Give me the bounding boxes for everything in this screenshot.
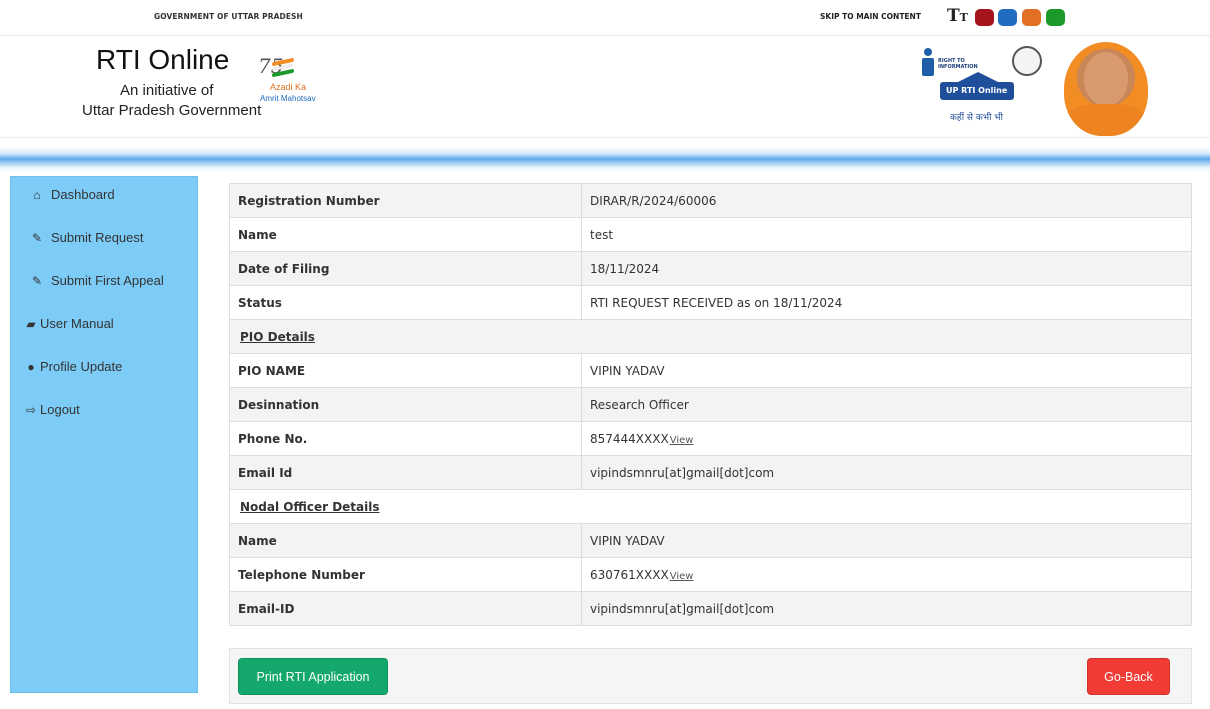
sidebar-item-user-manual[interactable]: ▰ User Manual: [25, 316, 114, 331]
sidebar-item-dashboard[interactable]: ⌂ Dashboard: [29, 187, 115, 202]
table-row: Telephone Number 630761XXXXView: [229, 557, 1192, 592]
rti-tagline: कहीं से कभी भी: [950, 113, 1003, 123]
site-title[interactable]: RTI Online: [96, 44, 229, 76]
home-icon: ⌂: [33, 188, 41, 202]
site-subtitle-line2: Uttar Pradesh Government: [82, 102, 262, 119]
table-row: Name test: [229, 217, 1192, 252]
pio-details-heading: PIO Details: [229, 319, 1192, 354]
theme-blue-button[interactable]: [998, 9, 1017, 26]
text-size-icon-large: T: [947, 6, 960, 26]
designation-value: Research Officer: [581, 387, 1192, 422]
status-label: Status: [229, 285, 582, 320]
pencil-icon: ✎: [31, 274, 43, 288]
date-of-filing-value: 18/11/2024: [581, 251, 1192, 286]
site-header: RTI Online An initiative of Uttar Prades…: [0, 36, 1210, 138]
text-size-icon[interactable]: TT: [947, 6, 968, 28]
name-value: test: [581, 217, 1192, 252]
table-row: Phone No. 857444XXXXView: [229, 421, 1192, 456]
sidebar-nav: ⌂ Dashboard ✎ Submit Request ✎ Submit First…: [10, 176, 198, 693]
view-telephone-link[interactable]: View: [670, 571, 694, 582]
telephone-cell: 630761XXXXView: [581, 557, 1192, 592]
name-label: Name: [229, 217, 582, 252]
sidebar-item-label: Logout: [40, 402, 80, 417]
date-of-filing-label: Date of Filing: [229, 251, 582, 286]
theme-green-button[interactable]: [1046, 9, 1065, 26]
nodal-email-label: Email-ID: [229, 591, 582, 626]
top-bar: GOVERNMENT OF UTTAR PRADESH SKIP TO MAIN…: [0, 0, 1210, 36]
sidebar-item-label: Profile Update: [40, 359, 123, 374]
sidebar-item-submit-request[interactable]: ✎ Submit Request: [29, 230, 144, 245]
email-label: Email Id: [229, 455, 582, 490]
sidebar-item-label: Submit First Appeal: [51, 273, 164, 288]
table-row: PIO NAME VIPIN YADAV: [229, 353, 1192, 388]
pio-name-value: VIPIN YADAV: [581, 353, 1192, 388]
registration-number-label: Registration Number: [229, 183, 582, 218]
user-icon: ●: [27, 360, 35, 374]
nodal-officer-heading-text: Nodal Officer Details: [240, 499, 380, 514]
flag-ribbon-icon: [272, 57, 296, 78]
right-to-information-text: RIGHT TO INFORMATION: [938, 58, 978, 70]
logout-icon: ⇨: [25, 403, 37, 417]
nodal-name-label: Name: [229, 523, 582, 558]
theme-red-button[interactable]: [975, 9, 994, 26]
sidebar-item-label: Submit Request: [51, 230, 144, 245]
theme-orange-button[interactable]: [1022, 9, 1041, 26]
skip-to-main-content-link[interactable]: SKIP TO MAIN CONTENT: [820, 12, 921, 21]
state-emblem-icon: [1012, 46, 1042, 76]
nodal-officer-details-heading: Nodal Officer Details: [229, 489, 1192, 524]
telephone-value: 630761XXXX: [590, 567, 669, 582]
designation-label: Desinnation: [229, 387, 582, 422]
table-row: Status RTI REQUEST RECEIVED as on 18/11/…: [229, 285, 1192, 320]
pencil-icon: ✎: [31, 231, 43, 245]
text-size-icon-small: T: [959, 11, 968, 24]
book-icon: ▰: [26, 317, 36, 331]
table-row: Email Id vipindsmnru[at]gmail[dot]com: [229, 455, 1192, 490]
azadi-ka-amrit-mahotsav-logo: 75 Azadi Ka Amrit Mahotsav: [258, 54, 348, 114]
pio-details-heading-text: PIO Details: [240, 329, 315, 344]
rti-banner: UP RTI Online: [940, 82, 1014, 100]
status-value: RTI REQUEST RECEIVED as on 18/11/2024: [581, 285, 1192, 320]
building-roof-icon: [958, 72, 998, 82]
email-value: vipindsmnru[at]gmail[dot]com: [581, 455, 1192, 490]
rti-banner-text: UP RTI Online: [946, 86, 1008, 95]
sidebar-item-label: User Manual: [40, 316, 114, 331]
site-subtitle-line1: An initiative of: [120, 82, 214, 99]
nodal-email-value: vipindsmnru[at]gmail[dot]com: [581, 591, 1192, 626]
print-rti-application-button[interactable]: Print RTI Application: [238, 658, 388, 695]
sidebar-item-profile-update[interactable]: ● Profile Update: [25, 359, 122, 374]
rti-request-details-table: Registration Number DIRAR/R/2024/60006 N…: [229, 183, 1192, 626]
registration-number-value: DIRAR/R/2024/60006: [581, 183, 1192, 218]
table-row: Desinnation Research Officer: [229, 387, 1192, 422]
azadi-logo-line1: Azadi Ka: [270, 82, 307, 92]
phone-cell: 857444XXXXView: [581, 421, 1192, 456]
table-row: Registration Number DIRAR/R/2024/60006: [229, 183, 1192, 218]
phone-label: Phone No.: [229, 421, 582, 456]
sidebar-item-label: Dashboard: [51, 187, 115, 202]
table-row: Date of Filing 18/11/2024: [229, 251, 1192, 286]
telephone-label: Telephone Number: [229, 557, 582, 592]
table-row: PIO Details: [229, 319, 1192, 354]
chief-minister-photo: [1064, 42, 1148, 136]
phone-value: 857444XXXX: [590, 431, 669, 446]
up-rti-online-logo: RIGHT TO INFORMATION UP RTI Online कहीं …: [918, 44, 1042, 130]
table-row: Name VIPIN YADAV: [229, 523, 1192, 558]
nodal-name-value: VIPIN YADAV: [581, 523, 1192, 558]
sidebar-item-submit-first-appeal[interactable]: ✎ Submit First Appeal: [29, 273, 164, 288]
sidebar-item-logout[interactable]: ⇨ Logout: [25, 402, 80, 417]
pio-name-label: PIO NAME: [229, 353, 582, 388]
azadi-logo-line2: Amrit Mahotsav: [260, 94, 316, 103]
actions-bar: Print RTI Application Go-Back: [229, 648, 1192, 704]
table-row: Email-ID vipindsmnru[at]gmail[dot]com: [229, 591, 1192, 626]
view-phone-link[interactable]: View: [670, 435, 694, 446]
header-divider-band: [0, 138, 1210, 172]
table-row: Nodal Officer Details: [229, 489, 1192, 524]
government-label: GOVERNMENT OF UTTAR PRADESH: [154, 12, 303, 21]
go-back-button[interactable]: Go-Back: [1087, 658, 1170, 695]
person-icon: [922, 48, 934, 78]
